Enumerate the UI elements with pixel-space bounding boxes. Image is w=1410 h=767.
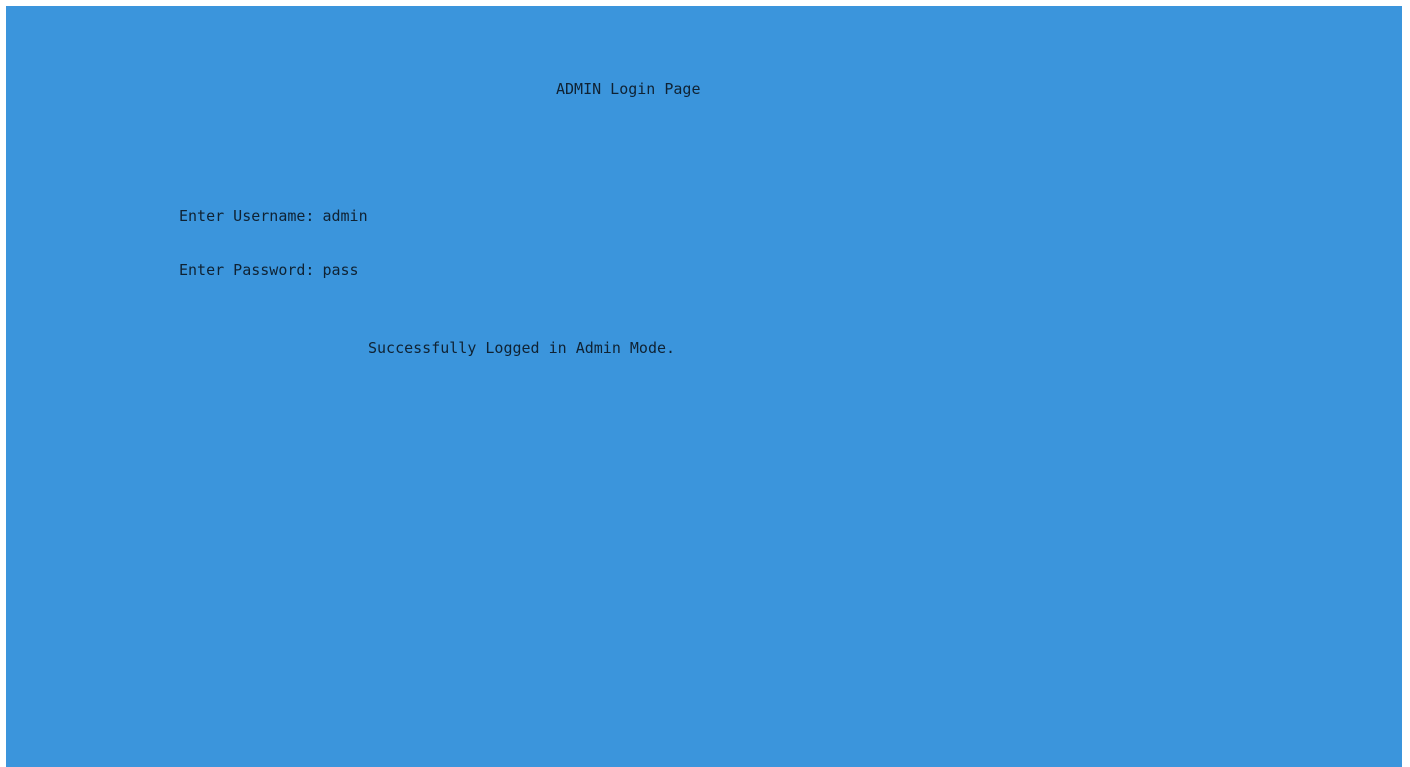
page-title: ADMIN Login Page bbox=[556, 80, 701, 98]
status-message: Successfully Logged in Admin Mode. bbox=[368, 339, 676, 357]
password-value: pass bbox=[322, 261, 359, 279]
password-prompt: Enter Password: bbox=[179, 261, 315, 279]
username-value: admin bbox=[322, 207, 368, 225]
password-row: Enter Password: pass bbox=[179, 261, 359, 279]
username-row: Enter Username: admin bbox=[179, 207, 368, 225]
username-prompt: Enter Username: bbox=[179, 207, 315, 225]
console-window: ADMIN Login Page Enter Username: admin En… bbox=[6, 6, 1402, 767]
